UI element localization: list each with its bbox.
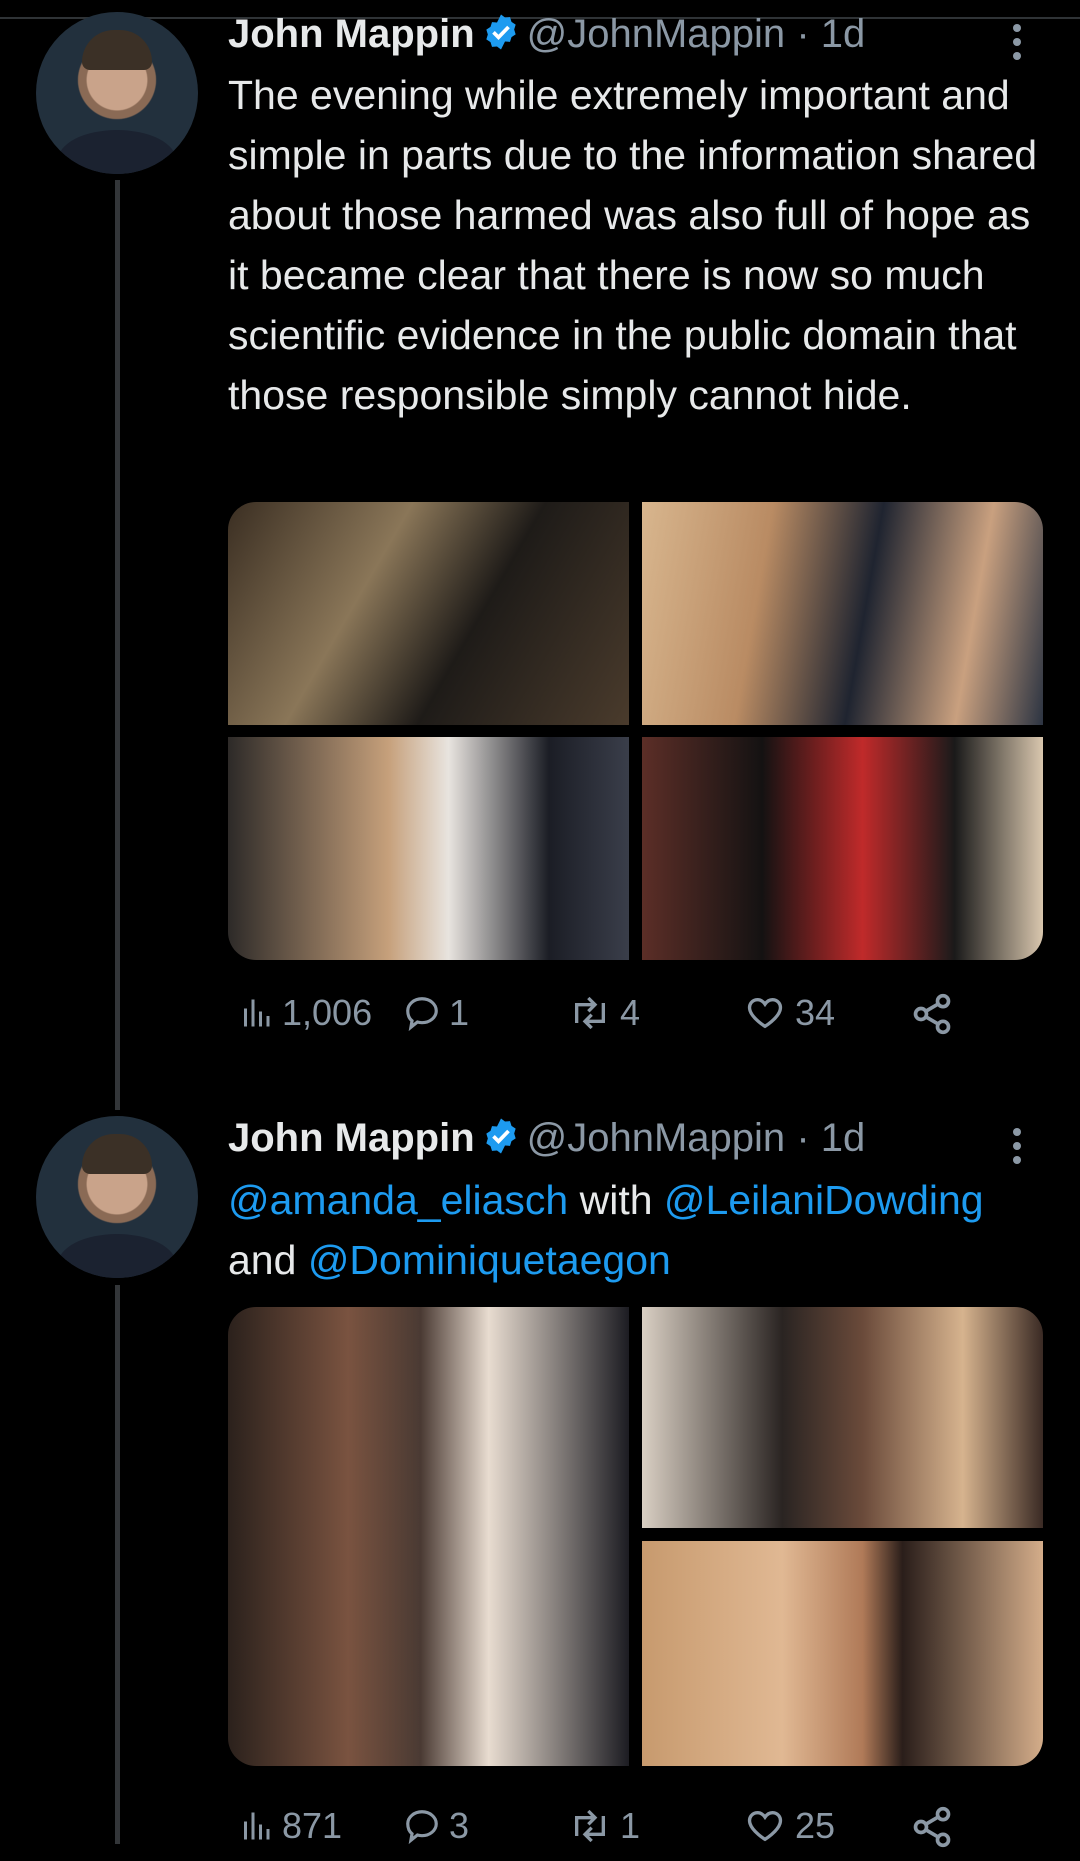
tweet-header: John Mappin @JohnMappin · 1d — [228, 12, 865, 62]
mention-link[interactable]: @amanda_eliasch — [228, 1177, 568, 1223]
views-button[interactable]: 1,006 — [238, 992, 372, 1034]
share-icon — [913, 1806, 951, 1848]
like-button[interactable]: 34 — [743, 992, 835, 1034]
timestamp[interactable]: 1d — [821, 1116, 866, 1160]
retweet-icon — [575, 996, 605, 1030]
tweet-header: John Mappin @JohnMappin · 1d — [228, 1116, 865, 1166]
media-photo-4[interactable] — [642, 737, 1043, 960]
media-photo-2[interactable] — [642, 502, 1043, 725]
reply-icon — [406, 1810, 438, 1845]
author-handle[interactable]: @JohnMappin — [527, 1116, 786, 1160]
retweet-button[interactable]: 1 — [568, 1805, 640, 1847]
tweet-actions: 1,006 1 4 34 — [228, 992, 1028, 1048]
like-button[interactable]: 25 — [743, 1805, 835, 1847]
tweet-text: The evening while extremely important an… — [228, 72, 1038, 418]
reply-icon — [406, 997, 438, 1032]
views-icon — [244, 1812, 270, 1840]
thread-connector-line — [115, 1285, 120, 1844]
tweet-actions: 871 3 1 25 — [228, 1805, 1028, 1861]
thread-connector-line — [115, 180, 120, 1110]
mention-link[interactable]: @LeilaniDowding — [664, 1177, 984, 1223]
author-name[interactable]: John Mappin — [228, 1116, 475, 1160]
media-photo-2[interactable] — [642, 1307, 1043, 1528]
media-photo-3[interactable] — [228, 737, 629, 960]
more-options-icon[interactable] — [1010, 24, 1024, 66]
heart-icon — [747, 997, 783, 1029]
media-photo-1[interactable] — [228, 1307, 629, 1766]
author-name[interactable]: John Mappin — [228, 12, 475, 56]
views-button[interactable]: 871 — [238, 1805, 342, 1847]
media-photo-3[interactable] — [642, 1541, 1043, 1766]
verified-badge-icon — [481, 1116, 521, 1166]
retweet-icon — [575, 1809, 605, 1843]
media-grid — [228, 1307, 1043, 1766]
avatar[interactable] — [36, 1116, 198, 1278]
timestamp[interactable]: 1d — [821, 12, 866, 56]
tweet-text: @amanda_eliasch with @LeilaniDowding and … — [228, 1177, 984, 1283]
author-handle[interactable]: @JohnMappin — [527, 12, 786, 56]
views-icon — [244, 999, 270, 1027]
mention-link[interactable]: @Dominiquetaegon — [308, 1237, 671, 1283]
reply-button[interactable]: 3 — [403, 1805, 469, 1847]
verified-badge-icon — [481, 12, 521, 62]
media-grid — [228, 502, 1043, 960]
reply-button[interactable]: 1 — [403, 992, 469, 1034]
media-photo-1[interactable] — [228, 502, 629, 725]
share-button[interactable] — [910, 1805, 954, 1849]
retweet-button[interactable]: 4 — [568, 992, 640, 1034]
share-icon — [913, 993, 951, 1035]
heart-icon — [747, 1810, 783, 1842]
avatar[interactable] — [36, 12, 198, 174]
share-button[interactable] — [910, 992, 954, 1036]
more-options-icon[interactable] — [1010, 1128, 1024, 1170]
